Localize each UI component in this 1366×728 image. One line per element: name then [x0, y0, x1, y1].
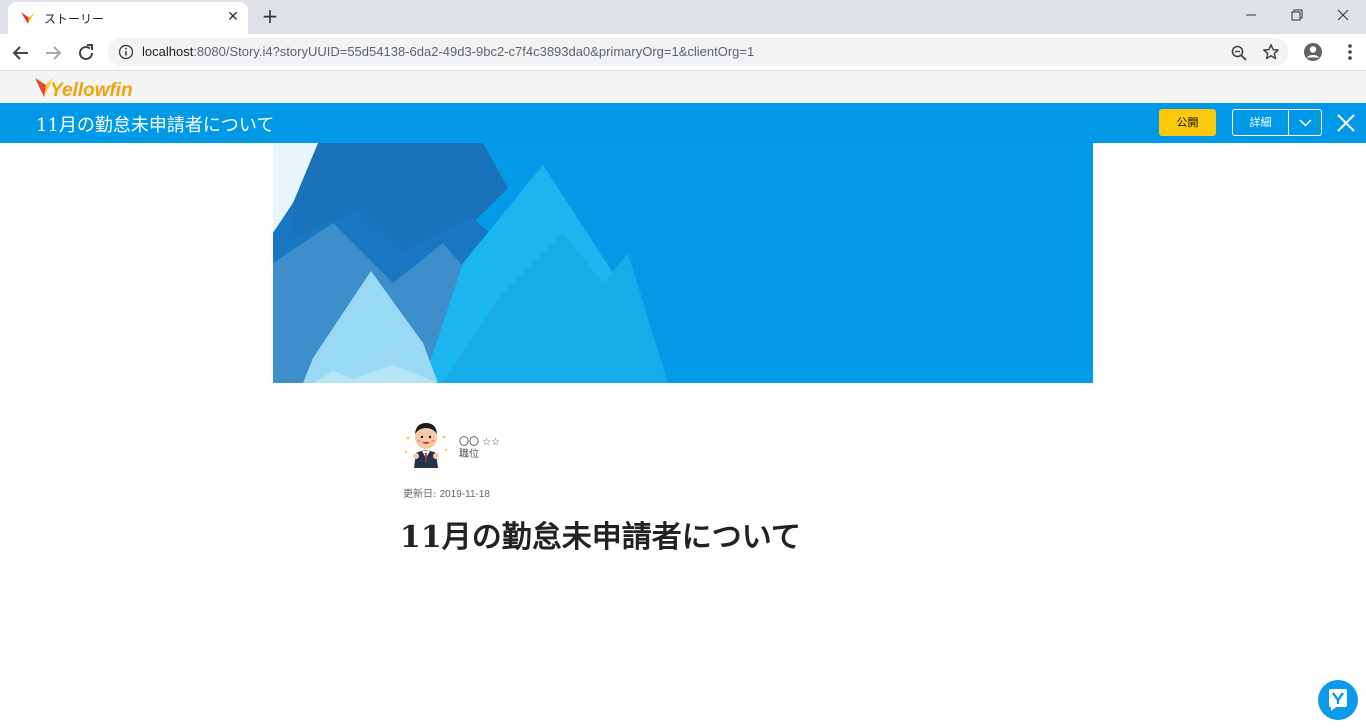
- detail-dropdown-button[interactable]: [1289, 109, 1322, 136]
- kebab-menu-icon[interactable]: [1340, 41, 1360, 63]
- restore-icon[interactable]: [1274, 0, 1320, 30]
- publish-button[interactable]: 公開: [1159, 109, 1216, 136]
- yellowfin-logo[interactable]: Yellowfin: [34, 75, 134, 101]
- new-tab-icon[interactable]: +: [259, 5, 281, 27]
- app-header: Yellowfin: [0, 71, 1366, 103]
- detail-button[interactable]: 詳細: [1232, 109, 1289, 136]
- profile-avatar-icon[interactable]: [1302, 41, 1324, 63]
- url-text[interactable]: localhost:8080/Story.i4?storyUUID=55d541…: [142, 44, 754, 59]
- forward-arrow-icon[interactable]: [40, 40, 66, 66]
- address-bar[interactable]: localhost:8080/Story.i4?storyUUID=55d541…: [108, 38, 1288, 66]
- yellowfin-assistant-button[interactable]: [1318, 680, 1358, 720]
- browser-tabstrip: ストーリー ✕ +: [0, 0, 1366, 34]
- author-avatar: [404, 423, 448, 468]
- url-host: localhost: [142, 44, 194, 59]
- yellowfin-y-icon: [1329, 689, 1347, 711]
- browser-toolbar: localhost:8080/Story.i4?storyUUID=55d541…: [0, 34, 1366, 71]
- logo-text: Yellowfin: [50, 80, 133, 101]
- updated-value: 2019-11-18: [439, 489, 490, 500]
- updated-date: 更新日: 2019-11-18: [403, 485, 490, 500]
- browser-tab[interactable]: ストーリー ✕: [8, 2, 248, 34]
- bookmark-star-icon[interactable]: [1262, 43, 1280, 61]
- author-role: 職位: [459, 449, 479, 460]
- close-story-icon[interactable]: [1334, 111, 1358, 135]
- site-info-icon[interactable]: [118, 44, 134, 60]
- tab-title: ストーリー: [44, 12, 105, 26]
- story-header-title: 11月の勤怠未申請者について: [36, 115, 275, 136]
- window-close-icon[interactable]: [1320, 0, 1366, 30]
- reload-icon[interactable]: [73, 40, 99, 66]
- article-title: 11月の勤怠未申請者について: [400, 520, 801, 555]
- minimize-icon[interactable]: [1228, 0, 1274, 30]
- yellowfin-favicon-icon: [21, 12, 35, 24]
- hero-banner-image: [273, 143, 1093, 383]
- zoom-out-icon[interactable]: [1230, 44, 1248, 62]
- updated-label: 更新日:: [403, 489, 440, 500]
- story-title-bar: 11月の勤怠未申請者について 公開 詳細: [0, 103, 1366, 143]
- back-arrow-icon[interactable]: [8, 40, 34, 66]
- mountain-illustration: [273, 143, 1093, 383]
- chevron-down-icon: [1299, 119, 1312, 127]
- tab-close-icon[interactable]: ✕: [224, 8, 242, 26]
- url-path: :8080/Story.i4?storyUUID=55d54138-6da2-4…: [193, 44, 755, 59]
